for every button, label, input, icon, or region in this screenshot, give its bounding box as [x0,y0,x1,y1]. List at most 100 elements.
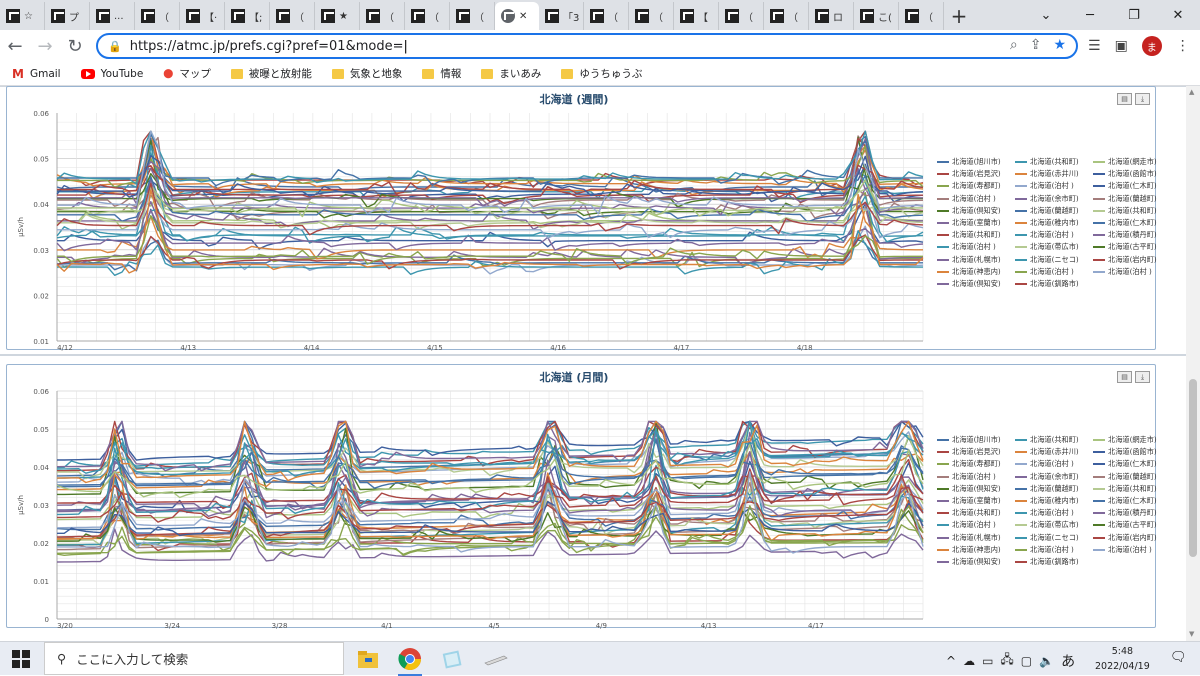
browser-tab[interactable]: （ [405,2,450,30]
browser-tab[interactable]: ✕ [495,2,539,30]
download-icon[interactable]: ⤓ [1135,93,1150,105]
bookmark-item[interactable]: ⬤ マップ [163,66,211,81]
url-text[interactable]: https://atmc.jp/prefs.cgi?pref=01&mode= [130,39,404,54]
legend-item[interactable]: 北海道(帯広市) [1015,520,1079,530]
notepad-icon[interactable] [440,647,464,671]
legend-item[interactable]: 北海道(網走市) [1093,435,1157,445]
legend-item[interactable]: 北海道(函館市) [1093,169,1157,179]
legend-item[interactable]: 北海道(余市町) [1015,194,1079,204]
network-icon[interactable]: 🖧 [1000,650,1013,671]
browser-tab[interactable]: 【· [180,2,225,30]
browser-tab[interactable]: （ [629,2,674,30]
battery-icon[interactable]: ▭ [982,654,993,668]
reading-list-icon[interactable]: ☰ [1088,38,1101,54]
legend-item[interactable]: 北海道(蘭越町) [1093,472,1157,482]
browser-tab[interactable]: （ [584,2,629,30]
browser-tab[interactable]: （ [899,2,944,30]
legend-item[interactable]: 北海道(岩内町) [1093,533,1157,543]
legend-item[interactable]: 北海道(旭川市) [937,157,1001,167]
side-panel-icon[interactable]: ▣ [1115,38,1128,54]
scrollbar-thumb[interactable] [1189,379,1197,557]
legend-item[interactable]: 北海道(泊村 ) [1015,181,1074,191]
back-icon[interactable]: ← [0,36,30,57]
reload-icon[interactable]: ↻ [60,36,90,57]
legend-item[interactable]: 北海道(稚内市) [1015,218,1079,228]
notification-icon[interactable]: 🗨 [1170,650,1187,665]
address-bar[interactable]: 🔒 https://atmc.jp/prefs.cgi?pref=01&mode… [96,33,1078,59]
legend-item[interactable]: 北海道(泊村 ) [937,194,996,204]
bookmark-star-icon[interactable]: ★ [1053,37,1066,53]
menu-icon[interactable]: ⋮ [1176,38,1190,54]
browser-tab[interactable]: ☆ [0,2,45,30]
legend-item[interactable]: 北海道(稚内市) [1015,496,1079,506]
legend-item[interactable]: 北海道(共和町) [1093,484,1157,494]
chevron-down-icon[interactable]: ⌄ [1024,0,1068,30]
legend-item[interactable]: 北海道(積丹町) [1093,230,1157,240]
legend-item[interactable]: 北海道(泊村 ) [1015,545,1074,555]
ime-indicator[interactable]: あ [1061,651,1075,671]
page-scrollbar[interactable]: ▲ ▼ [1186,86,1200,641]
legend-item[interactable]: 北海道(室蘭市) [937,218,1001,228]
legend-item[interactable]: 北海道(古平町) [1093,520,1157,530]
close-icon[interactable]: ✕ [1156,0,1200,30]
pen-icon[interactable] [482,647,508,671]
windows-start-icon[interactable] [12,650,30,668]
legend-item[interactable]: 北海道(釧路市) [1015,557,1079,567]
taskbar-search[interactable]: ⚲ ここに入力して検索 [44,642,344,675]
legend-item[interactable]: 北海道(共和町) [1015,435,1079,445]
restore-icon[interactable]: ❐ [1112,0,1156,30]
chrome-icon[interactable] [398,647,422,676]
legend-item[interactable]: 北海道(泊村 ) [1015,459,1074,469]
clock[interactable]: 5:48 2022/04/19 [1095,644,1150,674]
legend-item[interactable]: 北海道(岩内町) [1093,255,1157,265]
bookmark-item[interactable]: 被曝と放射能 [230,66,312,81]
legend-item[interactable]: 北海道(函館市) [1093,447,1157,457]
legend-item[interactable]: 北海道(赤井川) [1015,169,1079,179]
legend-item[interactable]: 北海道(神恵内) [937,545,1001,555]
browser-tab[interactable]: 【 [674,2,719,30]
browser-tab[interactable]: （ [764,2,809,30]
legend-item[interactable]: 北海道(仁木町) [1093,459,1157,469]
legend-item[interactable]: 北海道(室蘭市) [937,496,1001,506]
legend-item[interactable]: 北海道(岩見沢) [937,169,1001,179]
legend-item[interactable]: 北海道(共和町) [937,230,1001,240]
scroll-up-icon[interactable]: ▲ [1189,88,1194,96]
browser-tab[interactable]: プ [45,2,90,30]
legend-item[interactable]: 北海道(共和町) [1015,157,1079,167]
legend-item[interactable]: 北海道(札幌市) [937,533,1001,543]
print-icon[interactable]: ▤ [1117,93,1132,105]
new-tab-button[interactable]: + [944,2,974,30]
legend-item[interactable]: 北海道(泊村 ) [937,472,996,482]
browser-tab[interactable]: ★ [315,2,360,30]
share-icon[interactable]: ⇪ [1030,37,1042,53]
browser-tab[interactable]: こ( [854,2,899,30]
legend-item[interactable]: 北海道(泊村 ) [1015,230,1074,240]
legend-item[interactable]: 北海道(倶知安) [937,557,1001,567]
legend-item[interactable]: 北海道(釧路市) [1015,279,1079,289]
onedrive-icon[interactable]: ☁ [963,654,975,668]
legend-item[interactable]: 北海道(ニセコ) [1015,533,1079,543]
legend-item[interactable]: 北海道(泊村 ) [1015,508,1074,518]
legend-item[interactable]: 北海道(余市町) [1015,472,1079,482]
forward-icon[interactable]: → [30,36,60,57]
browser-tab[interactable]: 【; [225,2,270,30]
zoom-icon[interactable]: ⌕ [1010,37,1018,53]
download-icon[interactable]: ⤓ [1135,371,1150,383]
meet-icon[interactable]: ▢ [1021,654,1032,668]
legend-item[interactable]: 北海道(倶知安) [937,279,1001,289]
legend-item[interactable]: 北海道(仁木町) [1093,181,1157,191]
legend-item[interactable]: 北海道(神恵内) [937,267,1001,277]
lock-icon[interactable]: 🔒 [108,40,122,53]
legend-item[interactable]: 北海道(泊村 ) [1093,267,1152,277]
legend-item[interactable]: 北海道(積丹町) [1093,508,1157,518]
legend-item[interactable]: 北海道(仁木町) [1093,496,1157,506]
legend-item[interactable]: 北海道(共和町) [937,508,1001,518]
file-explorer-icon[interactable] [356,647,380,671]
legend-item[interactable]: 北海道(赤井川) [1015,447,1079,457]
legend-item[interactable]: 北海道(倶知安) [937,484,1001,494]
legend-item[interactable]: 北海道(仁木町) [1093,218,1157,228]
bookmark-item[interactable]: 情報 [422,66,461,81]
legend-item[interactable]: 北海道(帯広市) [1015,242,1079,252]
volume-icon[interactable]: 🔈 [1039,654,1054,668]
print-icon[interactable]: ▤ [1117,371,1132,383]
